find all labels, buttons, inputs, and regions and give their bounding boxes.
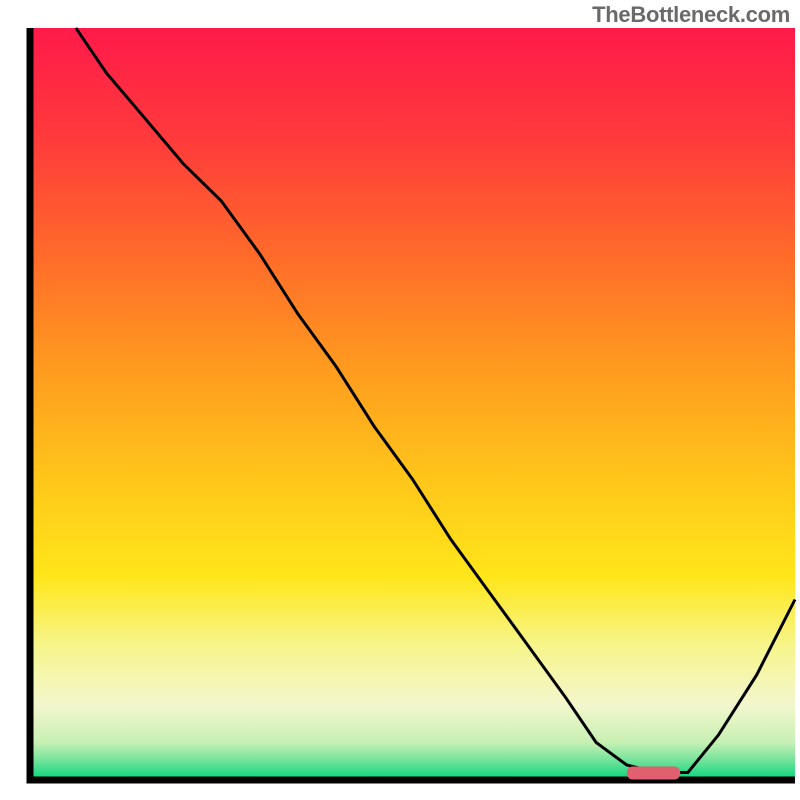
watermark-text: TheBottleneck.com [592,2,790,28]
chart-container: TheBottleneck.com [0,0,800,800]
optimal-marker [627,766,681,779]
bottleneck-chart [0,0,800,800]
plot-background [30,28,795,780]
